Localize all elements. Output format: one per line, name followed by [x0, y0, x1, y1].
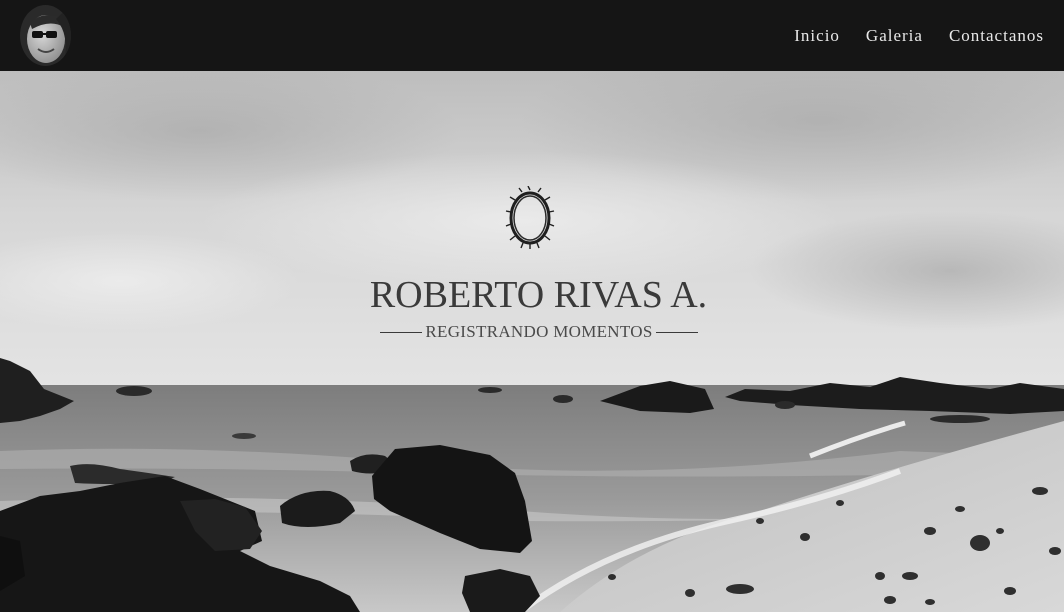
nav-link-galeria[interactable]: Galeria — [866, 26, 923, 46]
hero-section: ROBERTO RIVAS A. REGISTRANDO MOMENTOS — [0, 71, 1064, 612]
site-title: ROBERTO RIVAS A. — [369, 274, 708, 316]
avatar[interactable] — [20, 5, 71, 66]
site-tagline: REGISTRANDO MOMENTOS — [425, 322, 653, 341]
navbar: Inicio Galeria Contactanos — [0, 0, 1064, 71]
tagline-divider-left — [380, 331, 422, 333]
brand-block: ROBERTO RIVAS A. REGISTRANDO MOMENTOS — [0, 71, 1064, 612]
avatar-photo — [20, 5, 71, 66]
nav-link-inicio[interactable]: Inicio — [794, 26, 840, 46]
main-nav: Inicio Galeria Contactanos — [768, 0, 1044, 71]
crown-of-thorns-icon — [505, 186, 555, 249]
tagline-divider-right — [656, 331, 698, 333]
tagline-row: REGISTRANDO MOMENTOS — [380, 321, 698, 343]
nav-link-contactanos[interactable]: Contactanos — [949, 26, 1044, 46]
